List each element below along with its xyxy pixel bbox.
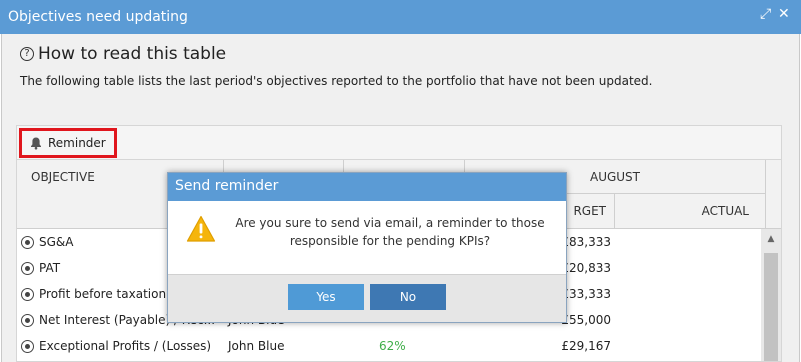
reminder-label: Reminder bbox=[48, 136, 106, 150]
no-button[interactable]: No bbox=[370, 284, 446, 310]
objective-name: PAT bbox=[39, 261, 61, 275]
dialog-body: Are you sure to send via email, a remind… bbox=[168, 201, 566, 274]
target-value: £33,333 bbox=[561, 287, 611, 301]
close-icon[interactable]: ✕ bbox=[778, 6, 790, 22]
bell-icon bbox=[31, 137, 41, 150]
window-title: Objectives need updating bbox=[8, 9, 188, 25]
dialog-title: Send reminder bbox=[168, 173, 566, 201]
target-value: £83,333 bbox=[561, 235, 611, 249]
table-row[interactable]: Exceptional Profits / (Losses) John Blue… bbox=[17, 334, 767, 360]
help-description: The following table lists the last perio… bbox=[20, 74, 653, 88]
yes-button[interactable]: Yes bbox=[288, 284, 364, 310]
grid-toolbar: Reminder bbox=[17, 126, 781, 160]
scroll-up-arrow-icon[interactable]: ▲ bbox=[761, 229, 781, 249]
scroll-thumb[interactable] bbox=[764, 253, 778, 361]
window-titlebar: Objectives need updating ⤢ ✕ bbox=[0, 0, 801, 34]
help-icon: ? bbox=[20, 47, 34, 61]
row-select-radio[interactable] bbox=[21, 288, 34, 301]
reminder-button[interactable]: Reminder bbox=[19, 128, 117, 158]
column-header-actual[interactable]: ACTUAL bbox=[615, 194, 766, 229]
target-value: £55,000 bbox=[561, 313, 611, 327]
row-select-radio[interactable] bbox=[21, 262, 34, 275]
objective-name: Profit before taxation bbox=[39, 287, 167, 301]
expand-icon[interactable]: ⤢ bbox=[760, 6, 771, 22]
vertical-scrollbar[interactable]: ▲ bbox=[761, 229, 781, 361]
objective-name: Exceptional Profits / (Losses) bbox=[39, 339, 212, 353]
help-title: How to read this table bbox=[38, 44, 227, 64]
row-select-radio[interactable] bbox=[21, 340, 34, 353]
owner-name: John Blue bbox=[228, 339, 285, 353]
send-reminder-dialog: Send reminder Are you sure to send via e… bbox=[167, 172, 567, 323]
row-select-radio[interactable] bbox=[21, 314, 34, 327]
help-header: ? How to read this table bbox=[20, 44, 226, 64]
target-value: £20,833 bbox=[561, 261, 611, 275]
dialog-footer: Yes No bbox=[168, 274, 566, 322]
warning-icon bbox=[186, 215, 216, 242]
row-select-radio[interactable] bbox=[21, 236, 34, 249]
progress-value: 62% bbox=[379, 339, 406, 353]
objective-name: SG&A bbox=[39, 235, 74, 249]
dialog-message: Are you sure to send via email, a remind… bbox=[235, 216, 545, 248]
target-value: £29,167 bbox=[561, 339, 611, 353]
